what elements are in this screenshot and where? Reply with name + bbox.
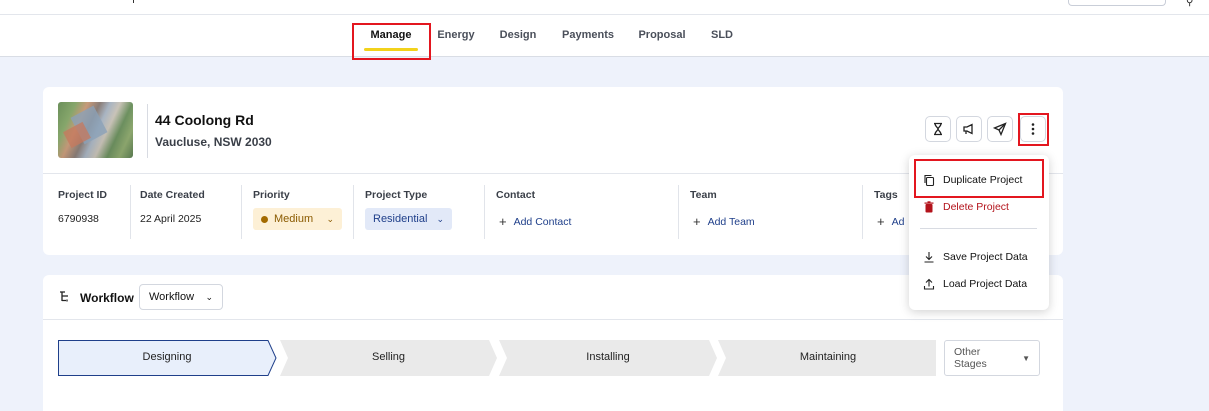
hourglass-icon xyxy=(934,122,942,136)
chevron-down-icon: ⌄ xyxy=(205,291,213,302)
contact-label: Contact xyxy=(496,189,536,201)
project-id-value: 6790938 xyxy=(58,213,99,225)
tab-sld[interactable]: SLD xyxy=(704,15,740,57)
divider xyxy=(484,185,485,239)
header-fragment xyxy=(133,0,134,3)
project-id-label: Project ID xyxy=(58,189,108,201)
menu-divider xyxy=(920,228,1037,229)
project-address-suburb: Vaucluse, NSW 2030 xyxy=(155,135,272,149)
divider xyxy=(353,185,354,239)
stage-installing[interactable]: Installing xyxy=(499,351,717,363)
stage-maintaining[interactable]: Maintaining xyxy=(718,351,938,363)
date-created-value: 22 April 2025 xyxy=(140,213,202,225)
more-vertical-icon xyxy=(1031,123,1035,135)
header-button-stub[interactable] xyxy=(1068,0,1166,6)
workflow-select-value: Workflow xyxy=(149,291,195,303)
workflow-icon xyxy=(59,290,72,306)
priority-label: Priority xyxy=(253,189,290,201)
add-contact-button[interactable]: + Add Contact xyxy=(499,213,572,229)
workflow-title: Workflow xyxy=(80,291,134,305)
active-tab-underline xyxy=(364,48,418,51)
tab-label: Energy xyxy=(437,29,475,41)
send-icon xyxy=(993,122,1007,136)
menu-item-load-project-data[interactable]: Load Project Data xyxy=(923,274,1027,294)
plus-icon: + xyxy=(693,214,701,229)
menu-item-label: Duplicate Project xyxy=(943,174,1023,186)
tab-label: Payments xyxy=(562,29,614,41)
upload-icon xyxy=(923,278,935,290)
tab-label: Design xyxy=(499,29,537,41)
trash-icon xyxy=(924,201,934,213)
chevron-down-icon: ⌄ xyxy=(436,213,444,224)
menu-item-label: Save Project Data xyxy=(943,251,1028,263)
divider xyxy=(130,185,131,239)
caret-down-icon: ▼ xyxy=(1022,353,1030,363)
megaphone-icon xyxy=(963,123,973,135)
tab-design[interactable]: Design xyxy=(494,15,542,57)
divider xyxy=(862,185,863,239)
project-address-title: 44 Coolong Rd xyxy=(155,112,254,128)
project-options-menu: Duplicate Project Delete Project Save Pr… xyxy=(909,155,1049,310)
menu-item-save-project-data[interactable]: Save Project Data xyxy=(923,247,1028,267)
project-type-label: Project Type xyxy=(365,189,428,201)
add-team-label: Add Team xyxy=(707,216,755,228)
project-tab-bar: Manage Energy Design Payments Proposal S… xyxy=(0,15,1209,57)
tags-label: Tags xyxy=(874,189,898,201)
divider xyxy=(43,319,1063,320)
stage-designing[interactable]: Designing xyxy=(58,351,276,363)
menu-item-label: Load Project Data xyxy=(943,278,1028,290)
announce-button[interactable] xyxy=(956,116,982,142)
priority-value: Medium xyxy=(274,213,314,225)
tab-label: Proposal xyxy=(638,29,686,41)
tab-label: Manage xyxy=(370,29,412,41)
divider xyxy=(241,185,242,239)
menu-item-delete-project[interactable]: Delete Project xyxy=(923,197,1009,217)
search-icon[interactable]: ⚲ xyxy=(1186,0,1193,8)
workflow-stage-bar: Designing Selling Installing Maintaining xyxy=(58,340,938,376)
tab-energy[interactable]: Energy xyxy=(432,15,480,57)
download-icon xyxy=(924,252,934,263)
add-tag-label: Ad xyxy=(891,216,905,228)
more-options-button[interactable] xyxy=(1020,116,1046,142)
add-team-button[interactable]: + Add Team xyxy=(693,213,755,229)
stage-selling[interactable]: Selling xyxy=(280,351,497,363)
plus-icon: + xyxy=(499,214,507,229)
tab-payments[interactable]: Payments xyxy=(558,15,618,57)
menu-item-label: Delete Project xyxy=(943,201,1009,213)
hourglass-button[interactable] xyxy=(925,116,951,142)
menu-item-duplicate-project[interactable]: Duplicate Project xyxy=(923,170,1022,190)
other-stages-dropdown[interactable]: Other Stages ▼ xyxy=(944,340,1040,376)
tab-proposal[interactable]: Proposal xyxy=(634,15,690,57)
project-site-thumbnail[interactable] xyxy=(58,102,133,158)
priority-dot xyxy=(261,215,268,223)
send-button[interactable] xyxy=(987,116,1013,142)
project-type-value: Residential xyxy=(373,213,428,225)
priority-select[interactable]: Medium ⌄ xyxy=(253,208,342,230)
divider xyxy=(147,104,148,158)
copy-icon xyxy=(924,174,935,186)
team-label: Team xyxy=(690,189,717,201)
add-tag-button[interactable]: + Ad xyxy=(877,213,905,229)
add-contact-label: Add Contact xyxy=(513,216,572,228)
project-type-select[interactable]: Residential ⌄ xyxy=(365,208,452,230)
tab-manage[interactable]: Manage xyxy=(356,15,426,57)
plus-icon: + xyxy=(877,214,885,229)
date-created-label: Date Created xyxy=(140,189,205,201)
top-header-strip: ⚲ xyxy=(0,0,1209,15)
other-stages-label: Other Stages xyxy=(954,346,987,370)
chevron-down-icon: ⌄ xyxy=(326,213,334,224)
divider xyxy=(678,185,679,239)
tab-label: SLD xyxy=(711,29,733,41)
workflow-select[interactable]: Workflow ⌄ xyxy=(139,284,223,310)
